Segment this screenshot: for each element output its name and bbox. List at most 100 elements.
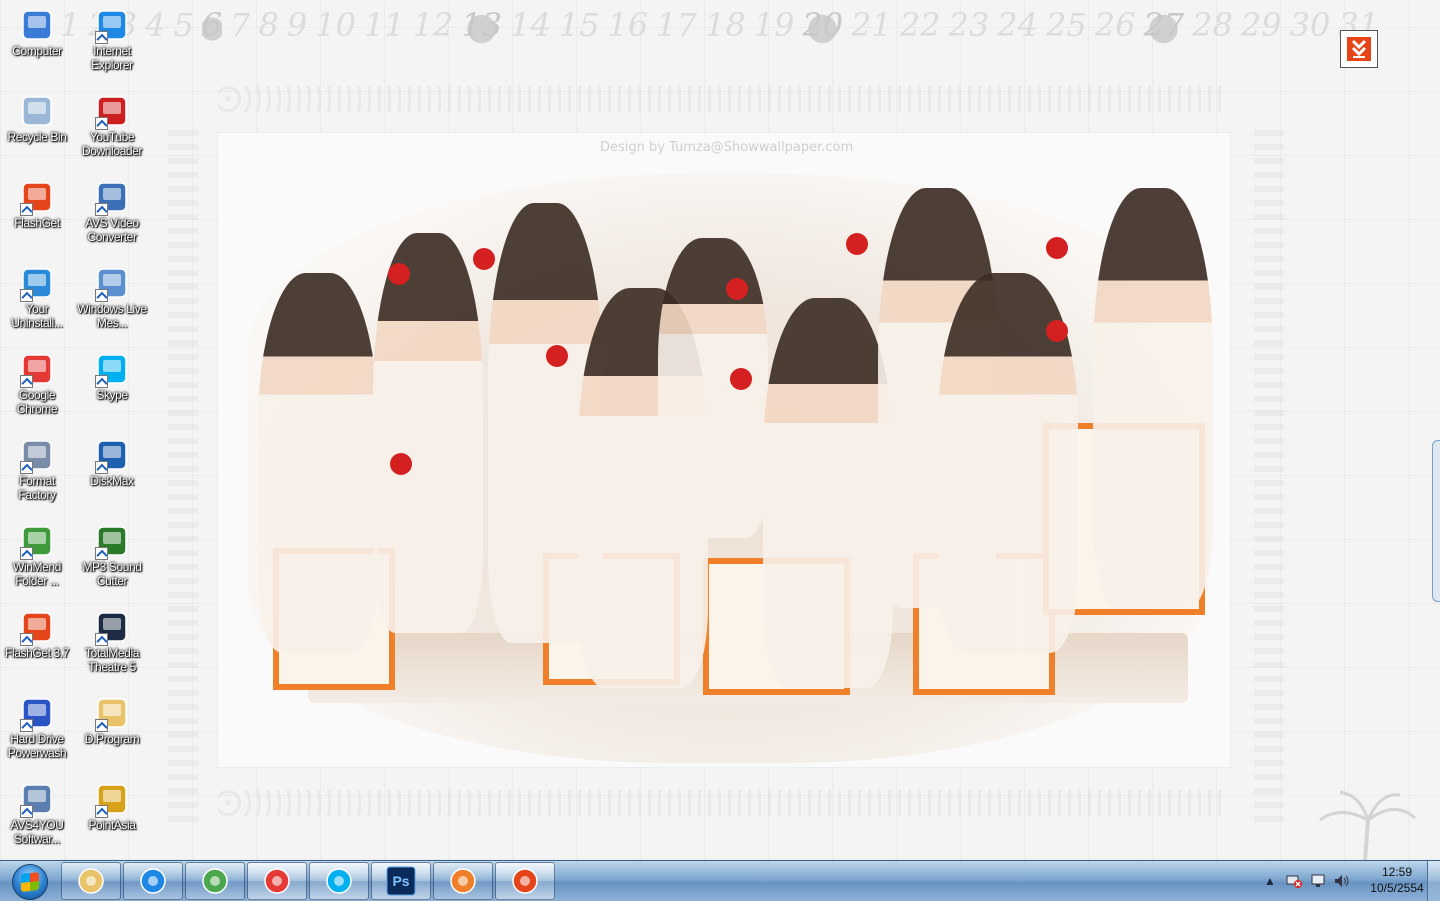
taskbar-button-google-chrome[interactable] bbox=[247, 862, 307, 900]
photo-apple bbox=[726, 278, 748, 300]
desktop-icon[interactable]: Computer bbox=[0, 2, 74, 84]
desktop-icon[interactable]: MP3 Sound Cutter bbox=[75, 518, 149, 600]
desktop-icon[interactable]: Internet Explorer bbox=[75, 2, 149, 84]
totalmedia-theatre-icon bbox=[95, 610, 129, 646]
desktop-icon-label: TotalMedia Theatre 5 bbox=[84, 646, 140, 674]
taskbar-button-photoshop[interactable]: Ps bbox=[371, 862, 431, 900]
taskbar-button-internet-explorer[interactable] bbox=[123, 862, 183, 900]
calendar-day: 9 bbox=[286, 6, 308, 44]
desktop-icon-label: PointAsia bbox=[88, 818, 136, 832]
desktop-icon[interactable]: FlashGet bbox=[0, 174, 74, 256]
side-gadget-tab[interactable] bbox=[1432, 440, 1440, 602]
pointasia-icon bbox=[95, 782, 129, 818]
flashget-icon bbox=[510, 866, 540, 896]
desktop-icon-label: MP3 Sound Cutter bbox=[82, 560, 142, 588]
calendar-day: 21 bbox=[851, 6, 892, 44]
windows-live-messenger-icon bbox=[95, 266, 129, 302]
messenger-icon bbox=[200, 866, 230, 896]
photo-apple bbox=[388, 263, 410, 285]
taskbar-button-windows-explorer[interactable] bbox=[61, 862, 121, 900]
taskbar-button-media-player[interactable] bbox=[433, 862, 493, 900]
desktop-icon[interactable]: Skype bbox=[75, 346, 149, 428]
clock-date: 10/5/2554 bbox=[1370, 881, 1424, 895]
desktop-icon[interactable]: TotalMedia Theatre 5 bbox=[75, 604, 149, 686]
desktop-icon[interactable]: Hard Drive Powerwash bbox=[0, 690, 74, 772]
photo-person bbox=[1093, 188, 1213, 608]
your-uninstaller-icon bbox=[20, 266, 54, 302]
wallpaper-photo: Design by Tumza@Showwallpaper.com bbox=[218, 133, 1230, 767]
wallpaper-calendar-strip: 1234567891011121314151617181920212223242… bbox=[60, 6, 1400, 52]
calendar-day: 28 bbox=[1192, 6, 1233, 44]
network-error-icon[interactable] bbox=[1286, 874, 1302, 888]
flashget-3-7-icon bbox=[20, 610, 54, 646]
start-button[interactable] bbox=[2, 861, 56, 901]
calendar-day: 27 bbox=[1143, 6, 1185, 52]
show-desktop-button[interactable] bbox=[1427, 861, 1440, 901]
show-hidden-icons-icon[interactable]: ▲ bbox=[1262, 874, 1278, 888]
taskbar-button-windows-live-messenger[interactable] bbox=[185, 862, 245, 900]
calendar-day: 30 bbox=[1289, 6, 1331, 44]
hard-drive-powerwash-icon bbox=[20, 696, 54, 732]
avs-video-converter-icon bbox=[95, 180, 129, 216]
photo-person bbox=[658, 238, 768, 538]
desktop-icon[interactable]: AVS Video Converter bbox=[75, 174, 149, 256]
desktop-icon[interactable]: FlashGet 3.7 bbox=[0, 604, 74, 686]
system-clock[interactable]: 12:59 10/5/2554 bbox=[1362, 864, 1432, 896]
volume-icon[interactable] bbox=[1334, 874, 1350, 888]
internet-explorer-icon bbox=[95, 8, 129, 44]
winmend-folder-icon bbox=[20, 524, 54, 560]
photo-apple bbox=[1046, 320, 1068, 342]
photo-apple bbox=[1046, 237, 1068, 259]
folder-icon bbox=[76, 866, 106, 896]
desktop-icon[interactable]: Google Chrome bbox=[0, 346, 74, 428]
calendar-day: 18 bbox=[704, 6, 746, 44]
taskbar-button-flashget[interactable] bbox=[495, 862, 555, 900]
desktop-icon-label: AVS4YOU Softwar... bbox=[10, 818, 64, 846]
desktop-icon[interactable]: PointAsia bbox=[75, 776, 149, 858]
photo-apple bbox=[390, 453, 412, 475]
google-chrome-icon bbox=[20, 352, 54, 388]
desktop-icon-label: FlashGet bbox=[14, 216, 60, 230]
action-center-icon[interactable] bbox=[1310, 874, 1326, 888]
flashget-icon bbox=[20, 180, 54, 216]
desktop-icon-label: WinMend Folder ... bbox=[13, 560, 61, 588]
desktop-icon-label: FlashGet 3.7 bbox=[5, 646, 69, 660]
photo-person bbox=[258, 273, 378, 653]
diskmax-icon bbox=[95, 438, 129, 474]
wallpaper-lace-bottom bbox=[218, 790, 1228, 816]
photo-apple bbox=[546, 345, 568, 367]
desktop-icon[interactable]: AVS4YOU Softwar... bbox=[0, 776, 74, 858]
wallpaper-watermark: Design by Tumza@Showwallpaper.com bbox=[600, 140, 854, 155]
desktop-icon[interactable]: DiskMax bbox=[75, 432, 149, 514]
taskbar: Ps ▲ 12:59 10/5/2554 bbox=[0, 860, 1440, 901]
wallpaper-lace-left bbox=[168, 130, 198, 830]
calendar-day: 26 bbox=[1094, 6, 1136, 44]
desktop-icon-label: AVS Video Converter bbox=[85, 216, 139, 244]
desktop-icon-label: Format Factory bbox=[18, 474, 56, 502]
dprogram-folder-icon bbox=[95, 696, 129, 732]
desktop-icon[interactable]: Windows Live Mes... bbox=[75, 260, 149, 342]
taskbar-button-skype[interactable] bbox=[309, 862, 369, 900]
desktop-icon[interactable]: YouTube Downloader bbox=[75, 88, 149, 170]
photoshop-text: Ps bbox=[392, 873, 409, 889]
calendar-day: 16 bbox=[607, 6, 649, 44]
palm-tree-icon bbox=[1319, 790, 1417, 860]
computer-icon bbox=[20, 8, 54, 42]
desktop-icon-label: Hard Drive Powerwash bbox=[7, 732, 67, 760]
calendar-day: 25 bbox=[1046, 6, 1087, 44]
format-factory-icon bbox=[20, 438, 54, 474]
flashget-drop-zone[interactable] bbox=[1340, 30, 1378, 68]
desktop-icon-label: Your Uninstall... bbox=[11, 302, 63, 330]
desktop-icon-label: Recycle Bin bbox=[7, 130, 67, 144]
desktop-icon[interactable]: Format Factory bbox=[0, 432, 74, 514]
avs4you-icon bbox=[20, 782, 54, 818]
desktop-icon[interactable]: D.Program bbox=[75, 690, 149, 772]
wallpaper-lace-top bbox=[218, 86, 1228, 112]
desktop-icon[interactable]: Recycle Bin bbox=[0, 88, 74, 170]
calendar-day: 12 bbox=[412, 6, 454, 44]
desktop-icon[interactable]: WinMend Folder ... bbox=[0, 518, 74, 600]
calendar-day: 8 bbox=[258, 6, 279, 44]
calendar-day: 29 bbox=[1240, 6, 1282, 44]
desktop-icon-label: Computer bbox=[12, 44, 62, 58]
desktop-icon[interactable]: Your Uninstall... bbox=[0, 260, 74, 342]
